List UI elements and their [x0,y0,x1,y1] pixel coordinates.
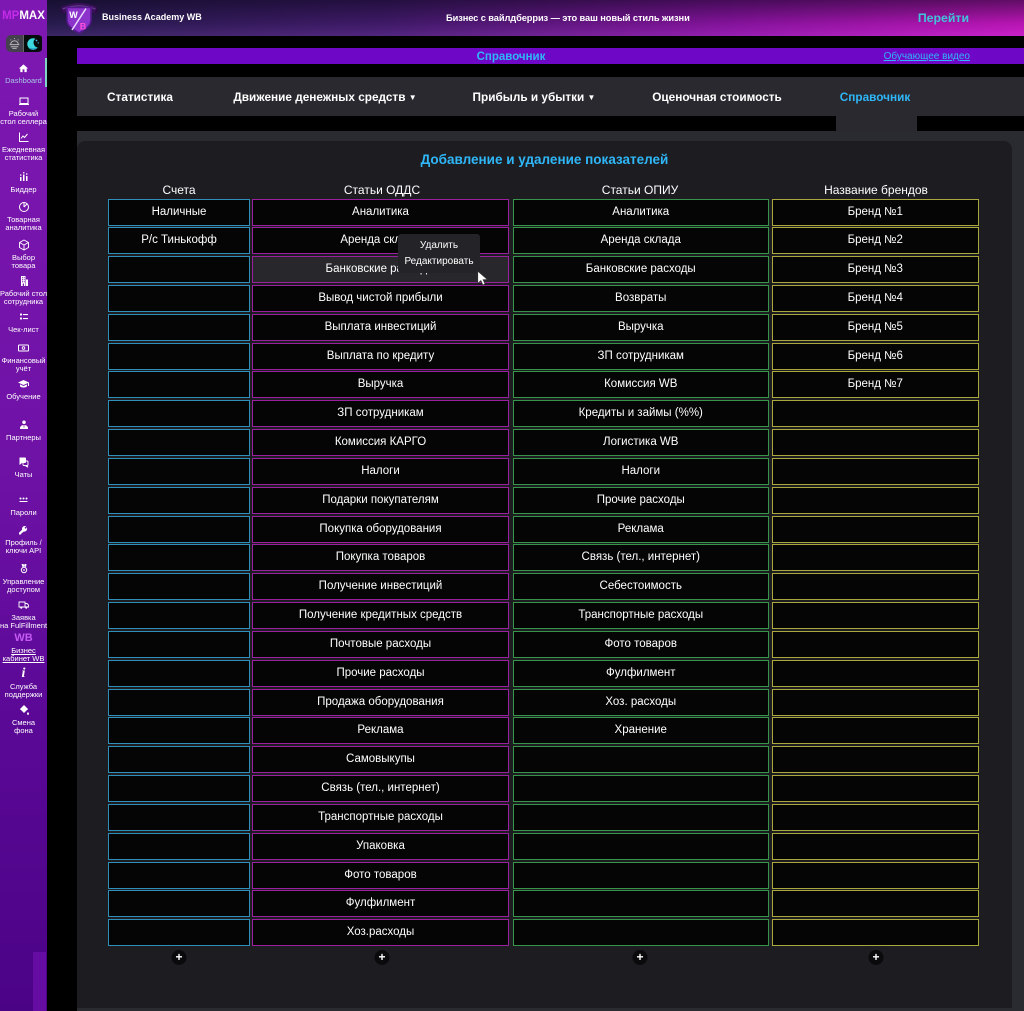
svg-text:B: B [80,22,87,32]
svg-text:W: W [69,10,78,20]
